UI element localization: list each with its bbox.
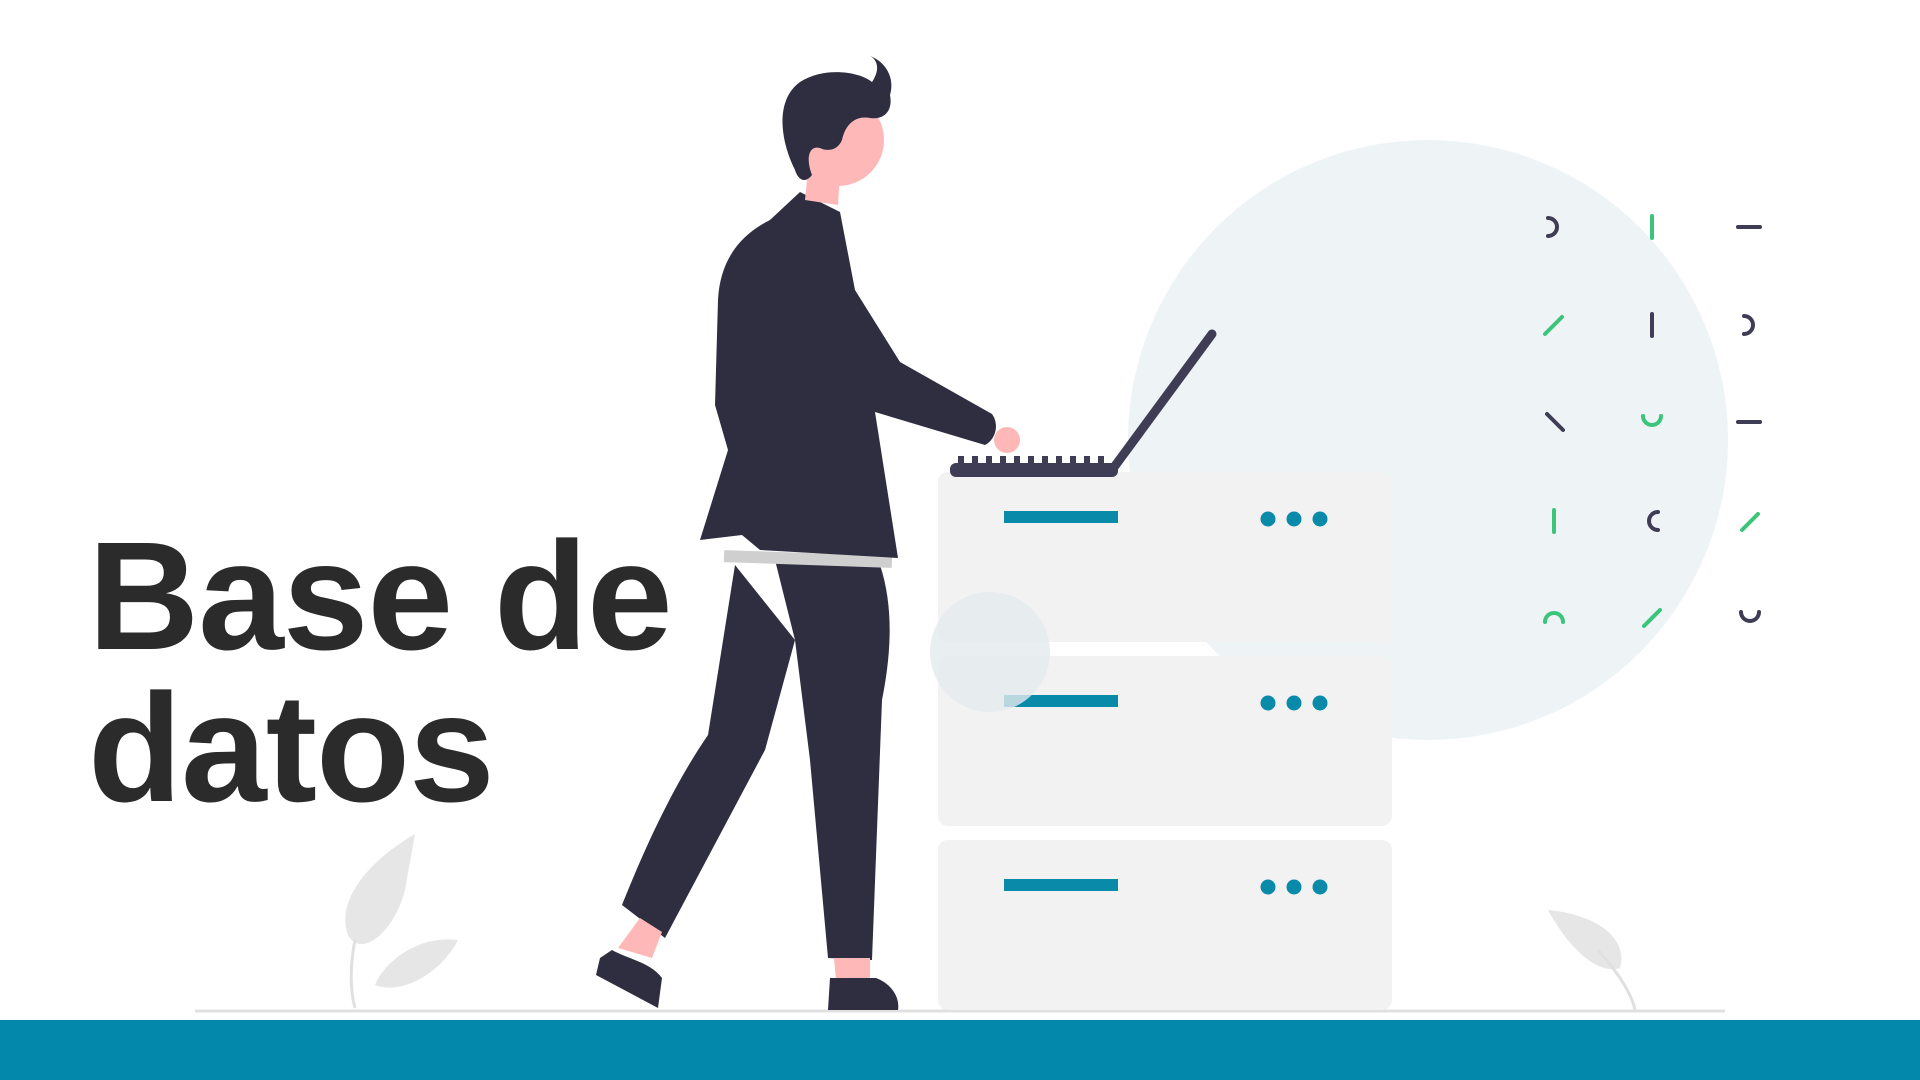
leaf-icon [345, 834, 458, 1009]
leaf-icon [1548, 910, 1637, 1011]
title-line-2: datos [88, 662, 495, 834]
title-line-1: Base de [88, 510, 673, 682]
server-rack-icon [930, 472, 1392, 1010]
background-circle [1128, 140, 1728, 740]
footer-accent-bar [0, 1020, 1920, 1080]
server-unit [938, 840, 1392, 1010]
page-title: Base de datos [88, 510, 673, 834]
